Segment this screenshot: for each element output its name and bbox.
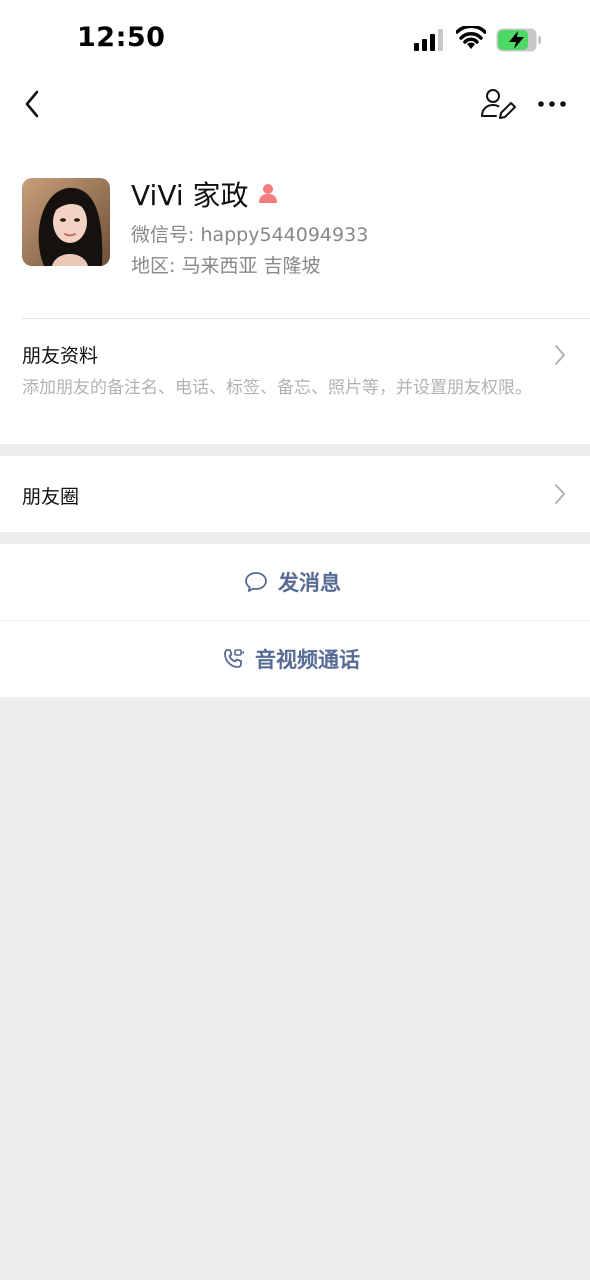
send-message-content: 发消息 (244, 544, 341, 620)
send-message-label: 发消息 (278, 571, 341, 595)
female-gender-icon (259, 184, 277, 203)
more-icon (538, 101, 566, 107)
cellular-signal-icon (414, 29, 443, 51)
friend-info-description: 添加朋友的备注名、电话、标签、备忘、照片等，并设置朋友权限。 (22, 378, 532, 398)
edit-remark-button[interactable] (478, 84, 518, 124)
voice-video-call-label: 音视频通话 (255, 648, 360, 672)
person-edit-icon (481, 89, 516, 119)
region: 地区: 马来西亚 吉隆坡 (131, 255, 321, 277)
voice-video-call-button[interactable]: 音视频通话 (0, 621, 590, 697)
friend-info-row[interactable]: 朋友资料 添加朋友的备注名、电话、标签、备忘、照片等，并设置朋友权限。 (0, 319, 590, 444)
wechat-id: 微信号: happy544094933 (131, 224, 369, 246)
friend-info-title: 朋友资料 (22, 345, 99, 367)
send-message-button[interactable]: 发消息 (0, 544, 590, 620)
status-time: 12:50 (77, 22, 166, 53)
contact-name: ViVi 家政 (131, 179, 249, 212)
chat-bubble-icon (245, 572, 267, 592)
avatar[interactable] (22, 178, 110, 266)
battery-charging-icon (496, 28, 541, 52)
phone-video-icon (224, 649, 244, 668)
profile-photo (22, 178, 110, 266)
chevron-left-icon (25, 90, 39, 118)
contact-profile-screen: 12:50 ViVi 家政 微信号: happy544094933 地区: 马来… (0, 0, 590, 1280)
call-content: 音视频通话 (221, 621, 360, 697)
moments-title: 朋友圈 (22, 486, 80, 508)
wifi-icon (456, 26, 486, 49)
more-options-button[interactable] (532, 84, 572, 124)
back-button[interactable] (14, 84, 50, 124)
moments-row[interactable]: 朋友圈 (0, 456, 590, 532)
chevron-right-icon (555, 484, 565, 504)
chevron-right-icon (555, 345, 565, 365)
